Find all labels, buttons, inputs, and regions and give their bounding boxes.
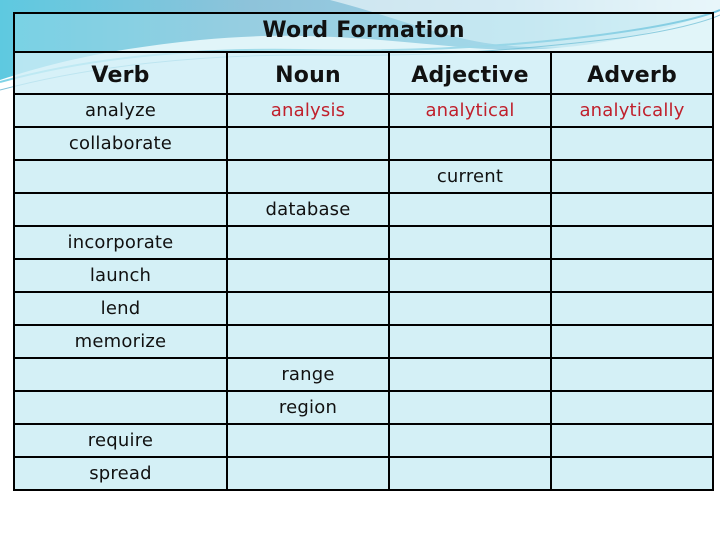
cell-adjective [388, 357, 552, 392]
cell-verb: incorporate [13, 225, 228, 260]
cell-noun [226, 225, 390, 260]
cell-verb [13, 192, 228, 227]
column-header-adjective: Adjective [388, 51, 552, 95]
cell-verb: analyze [13, 93, 228, 128]
table-row: launch [13, 258, 715, 293]
cell-adjective [388, 225, 552, 260]
cell-adjective: current [388, 159, 552, 194]
cell-adverb [549, 192, 715, 227]
cell-adjective [388, 291, 552, 326]
cell-adverb [549, 390, 715, 425]
column-header-adverb: Adverb [549, 51, 715, 95]
cell-verb [13, 390, 228, 425]
cell-noun: range [226, 357, 390, 392]
cell-verb: memorize [13, 324, 228, 359]
cell-adjective [388, 258, 552, 293]
cell-adjective [388, 192, 552, 227]
cell-adverb: analytically [549, 93, 715, 128]
cell-adverb [549, 159, 715, 194]
cell-adverb [549, 357, 715, 392]
table-title: Word Formation [12, 12, 715, 53]
table-row: collaborate [13, 126, 715, 161]
table-title-row: Word Formation [12, 12, 715, 53]
column-header-noun: Noun [226, 51, 390, 95]
table-row: incorporate [13, 225, 715, 260]
cell-adverb [549, 456, 715, 491]
cell-adverb [549, 324, 715, 359]
column-header-row: Verb Noun Adjective Adverb [13, 51, 715, 95]
cell-noun: database [226, 192, 390, 227]
table-row: spread [13, 456, 715, 491]
cell-adjective: analytical [388, 93, 552, 128]
cell-verb: spread [13, 456, 228, 491]
table-row: lend [13, 291, 715, 326]
cell-noun [226, 159, 390, 194]
table-row: current [13, 159, 715, 194]
cell-adjective [388, 390, 552, 425]
cell-verb: launch [13, 258, 228, 293]
cell-noun: region [226, 390, 390, 425]
cell-adjective [388, 456, 552, 491]
table-body: analyze analysis analytical analytically col… [13, 93, 715, 491]
cell-verb: collaborate [13, 126, 228, 161]
table-row: require [13, 423, 715, 458]
cell-noun [226, 258, 390, 293]
column-header-verb: Verb [13, 51, 228, 95]
cell-adverb [549, 423, 715, 458]
table-row: memorize [13, 324, 715, 359]
cell-adverb [549, 126, 715, 161]
cell-adjective [388, 324, 552, 359]
cell-adjective [388, 126, 552, 161]
cell-adverb [549, 258, 715, 293]
cell-verb: require [13, 423, 228, 458]
cell-noun [226, 423, 390, 458]
cell-noun: analysis [226, 93, 390, 128]
cell-noun [226, 456, 390, 491]
cell-adverb [549, 291, 715, 326]
cell-noun [226, 324, 390, 359]
cell-adverb [549, 225, 715, 260]
table-row: analyze analysis analytical analytically [13, 93, 715, 128]
table-row: region [13, 390, 715, 425]
cell-noun [226, 291, 390, 326]
cell-verb: lend [13, 291, 228, 326]
cell-verb [13, 159, 228, 194]
word-formation-table: Word Formation Verb Noun Adjective Adver… [12, 12, 715, 491]
table-row: database [13, 192, 715, 227]
cell-verb [13, 357, 228, 392]
cell-noun [226, 126, 390, 161]
cell-adjective [388, 423, 552, 458]
table-row: range [13, 357, 715, 392]
